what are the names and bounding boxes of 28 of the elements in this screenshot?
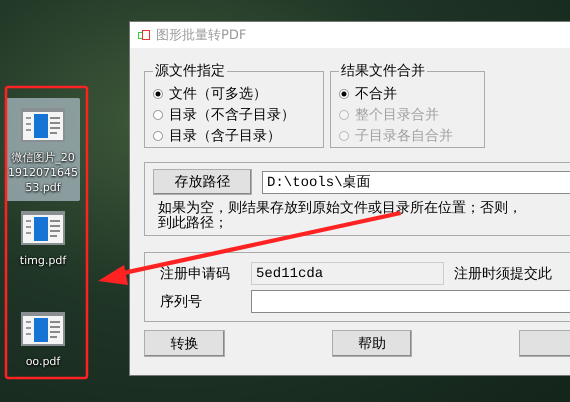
radio-label[interactable]: 目录（含子目录） — [169, 126, 281, 144]
radio-label[interactable]: 文件（可多选） — [169, 84, 267, 102]
field-label: 序列号 — [160, 292, 203, 310]
path-field[interactable]: D:\tools\桌面 — [262, 170, 570, 194]
window-title: 图形批量转PDF — [156, 27, 246, 44]
document-icon — [21, 108, 65, 142]
field-label: 注册申请码 — [160, 264, 231, 282]
desktop-file[interactable]: oo.pdf — [6, 302, 80, 375]
serial-field[interactable] — [251, 290, 570, 313]
radio-label[interactable]: 目录（不含子目录） — [169, 106, 295, 124]
action-button[interactable]: 转换 — [144, 330, 225, 357]
radio-button[interactable] — [153, 130, 163, 140]
desktop-file[interactable]: timg.pdf — [6, 201, 80, 274]
document-icon — [21, 211, 65, 245]
radio-button[interactable] — [339, 88, 349, 98]
group-title: 源文件指定 — [154, 62, 226, 80]
hint-text: 到此路径； — [158, 216, 229, 231]
radio-button[interactable] — [153, 88, 163, 98]
group-title: 结果文件合并 — [340, 62, 426, 80]
radio-button[interactable] — [153, 110, 163, 120]
app-icon — [138, 29, 150, 41]
note-text: 注册时须提交此 — [454, 264, 552, 282]
document-icon — [21, 312, 65, 346]
path-button[interactable]: 存放路径 — [153, 169, 252, 195]
action-button[interactable]: 帮助 — [332, 330, 412, 357]
hint-text: 如果为空，则结果存放到原始文件或目录所在位置；否则， — [158, 201, 523, 216]
radio-label[interactable]: 不合并 — [355, 84, 397, 102]
request-code-field[interactable]: 5ed11cda — [251, 262, 444, 285]
